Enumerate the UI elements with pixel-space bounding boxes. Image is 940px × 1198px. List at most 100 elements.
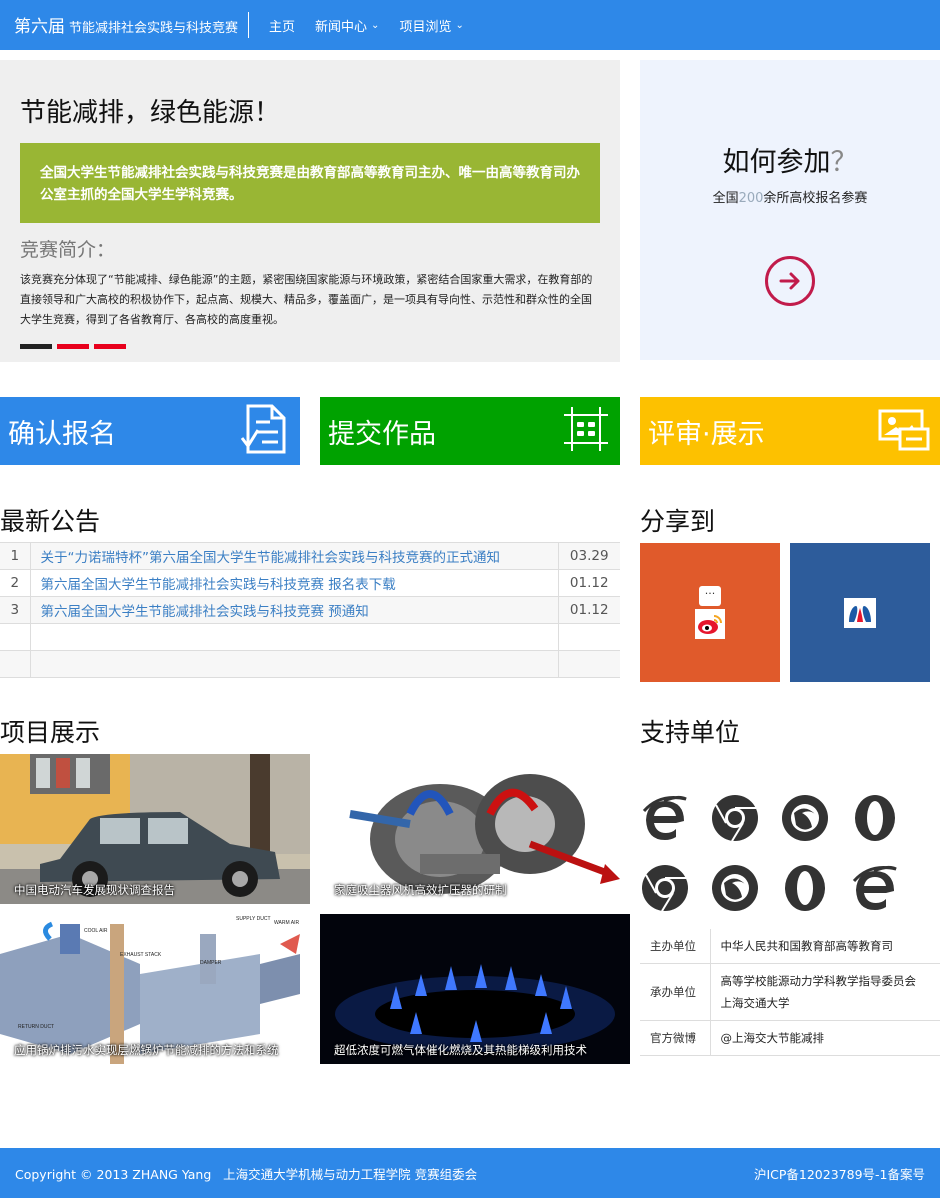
notice-date: 03.29 [558, 542, 620, 570]
notice-date: 01.12 [558, 596, 620, 624]
projects-title: 项目展示 [0, 718, 101, 747]
nav-news-label: 新闻中心 [315, 19, 368, 35]
hero-panel: 节能减排，绿色能源！ 全国大学生节能减排社会实践与科技竞赛是由教育部高等教育司主… [0, 60, 620, 362]
table-row[interactable]: 2 第六届全国大学生节能减排社会实践与科技竞赛 报名表下载 01.12 [0, 569, 620, 597]
display-image-icon [878, 407, 930, 455]
notice-index: 3 [0, 596, 31, 624]
notice-link [30, 623, 559, 651]
tile-review-label: 评审·展示 [648, 418, 765, 450]
tile-register-label: 确认报名 [8, 418, 116, 450]
firefox-icon[interactable] [710, 863, 760, 913]
support-value[interactable]: @上海交大节能减排 [710, 1020, 940, 1056]
join-panel: 如何参加？ 全国200余所高校报名参赛 [640, 60, 940, 360]
svg-text:COOL AIR: COOL AIR [84, 928, 108, 934]
opera-icon[interactable] [780, 863, 830, 913]
notice-index [0, 650, 31, 678]
hero-banner: 全国大学生节能减排社会实践与科技竞赛是由教育部高等教育司主办、唯一由高等教育司办… [20, 143, 600, 223]
notice-link [30, 650, 559, 678]
support-value: 中华人民共和国教育部高等教育司 [710, 929, 940, 964]
support-label: 主办单位 [640, 929, 711, 964]
table-row: 主办单位 中华人民共和国教育部高等教育司 [640, 929, 940, 964]
tile-submit-label: 提交作品 [328, 418, 436, 450]
form-icon [240, 402, 290, 460]
tile-register[interactable]: 确认报名 [0, 397, 300, 465]
join-subtitle: 全国200余所高校报名参赛 [640, 187, 940, 206]
table-row: 官方微博 @上海交大节能减排 [640, 1020, 940, 1056]
weibo-icon [695, 609, 725, 639]
support-label: 承办单位 [640, 963, 711, 1021]
tile-review[interactable]: 评审·展示 [640, 397, 940, 465]
nav-home-label: 主页 [269, 19, 296, 35]
support-value: 高等学校能源动力学科教学指导委员会 上海交通大学 [710, 963, 940, 1021]
notice-table: 1 关于“力诺瑞特杯”第六届全国大学生节能减排社会实践与科技竞赛的正式通知 03… [0, 542, 620, 678]
carousel-indicator[interactable] [57, 344, 89, 349]
chrome-icon[interactable] [710, 793, 760, 843]
carousel-indicators [20, 344, 600, 349]
join-title-text: 如何参加 [722, 147, 831, 178]
svg-text:WARM AIR: WARM AIR [274, 920, 299, 926]
ie-icon[interactable] [640, 793, 690, 843]
firefox-icon[interactable] [780, 793, 830, 843]
opera-icon[interactable] [850, 793, 900, 843]
table-row: 承办单位 高等学校能源动力学科教学指导委员会 上海交通大学 [640, 963, 940, 1021]
join-title-mark: ？ [830, 147, 858, 178]
svg-text:DAMPER: DAMPER [200, 960, 222, 966]
ie-icon[interactable] [850, 863, 900, 913]
notices-title: 最新公告 [0, 507, 101, 536]
hero-title: 节能减排，绿色能源！ [20, 98, 281, 128]
support-table: 主办单位 中华人民共和国教育部高等教育司 承办单位 高等学校能源动力学科教学指导… [640, 929, 940, 1056]
notice-link[interactable]: 第六届全国大学生节能减排社会实践与科技竞赛 预通知 [30, 596, 559, 624]
support-label: 官方微博 [640, 1020, 711, 1056]
support-icons [640, 793, 920, 913]
chevron-down-icon: ⌄ [371, 19, 380, 31]
share-renren[interactable] [790, 543, 930, 682]
project-card[interactable]: 超低浓度可燃气体催化燃烧及其热能梯级利用技术 [320, 914, 630, 1064]
hero-description: 该竞赛充分体现了“节能减排、绿色能源”的主题，紧密围绕国家能源与环境政策，紧密结… [20, 273, 593, 326]
table-row [0, 650, 620, 678]
brand-edition: 第六届 [14, 17, 65, 37]
notice-link[interactable]: 关于“力诺瑞特杯”第六届全国大学生节能减排社会实践与科技竞赛的正式通知 [30, 542, 559, 570]
notice-index: 2 [0, 569, 31, 597]
footer-copyright: Copyright © 2013 ZHANG Yang 上海交通大学机械与动力工… [15, 1166, 478, 1182]
table-row[interactable]: 1 关于“力诺瑞特杯”第六届全国大学生节能减排社会实践与科技竞赛的正式通知 03… [0, 542, 620, 570]
submit-grid-icon [562, 405, 610, 457]
brand[interactable]: 第六届 节能减排社会实践与科技竞赛 [0, 12, 250, 38]
notice-date [558, 623, 620, 651]
table-row [0, 623, 620, 651]
carousel-indicator[interactable] [94, 344, 126, 349]
brand-name: 节能减排社会实践与科技竞赛 [69, 21, 239, 36]
share-weibo[interactable]: ... [640, 543, 780, 682]
nav-home[interactable]: 主页 [269, 16, 295, 35]
renren-icon [844, 597, 876, 628]
notice-date: 01.12 [558, 569, 620, 597]
project-caption: 超低浓度可燃气体催化燃烧及其热能梯级利用技术 [334, 1043, 587, 1057]
join-sub-number: 200 [738, 191, 764, 206]
footer-icp[interactable]: 沪ICP备12023789号-1备案号 [754, 1164, 925, 1183]
project-caption: 家庭吸尘器风机高效扩压器的研制 [334, 883, 507, 897]
chevron-down-icon: ⌄ [455, 19, 464, 31]
project-card[interactable]: 家庭吸尘器风机高效扩压器的研制 [320, 754, 630, 904]
nav-projects-label: 项目浏览 [399, 19, 452, 35]
comment-bubble-icon: ... [699, 585, 721, 606]
notice-link[interactable]: 第六届全国大学生节能减排社会实践与科技竞赛 报名表下载 [30, 569, 559, 597]
project-card[interactable]: COOL AIR EXHAUST STACK SUPPLY DUCT WARM … [0, 914, 310, 1064]
join-sub-suffix: 余所高校报名参赛 [763, 191, 868, 206]
notice-index: 1 [0, 542, 31, 570]
navbar: 第六届 节能减排社会实践与科技竞赛 主页 新闻中心 ⌄ 项目浏览 ⌄ [0, 0, 940, 50]
chrome-icon[interactable] [640, 863, 690, 913]
project-caption: 应用锅炉排污水实现层燃锅炉节能减排的方法和系统 [14, 1043, 279, 1057]
support-title: 支持单位 [640, 718, 741, 747]
carousel-indicator[interactable] [20, 344, 52, 349]
nav-news[interactable]: 新闻中心 ⌄ [315, 16, 379, 35]
arrow-right-circle-icon[interactable] [765, 256, 815, 306]
svg-text:SUPPLY DUCT: SUPPLY DUCT [236, 916, 271, 922]
table-row[interactable]: 3 第六届全国大学生节能减排社会实践与科技竞赛 预通知 01.12 [0, 596, 620, 624]
hero-subtitle: 竞赛简介： [20, 239, 116, 261]
join-title: 如何参加？ [640, 140, 940, 179]
project-caption: 中国电动汽车发展现状调查报告 [14, 883, 175, 897]
svg-text:RETURN DUCT: RETURN DUCT [18, 1024, 54, 1030]
tile-submit[interactable]: 提交作品 [320, 397, 620, 465]
project-card[interactable]: 中国电动汽车发展现状调查报告 [0, 754, 310, 904]
nav-projects[interactable]: 项目浏览 ⌄ [399, 16, 463, 35]
share-title: 分享到 [640, 507, 716, 536]
